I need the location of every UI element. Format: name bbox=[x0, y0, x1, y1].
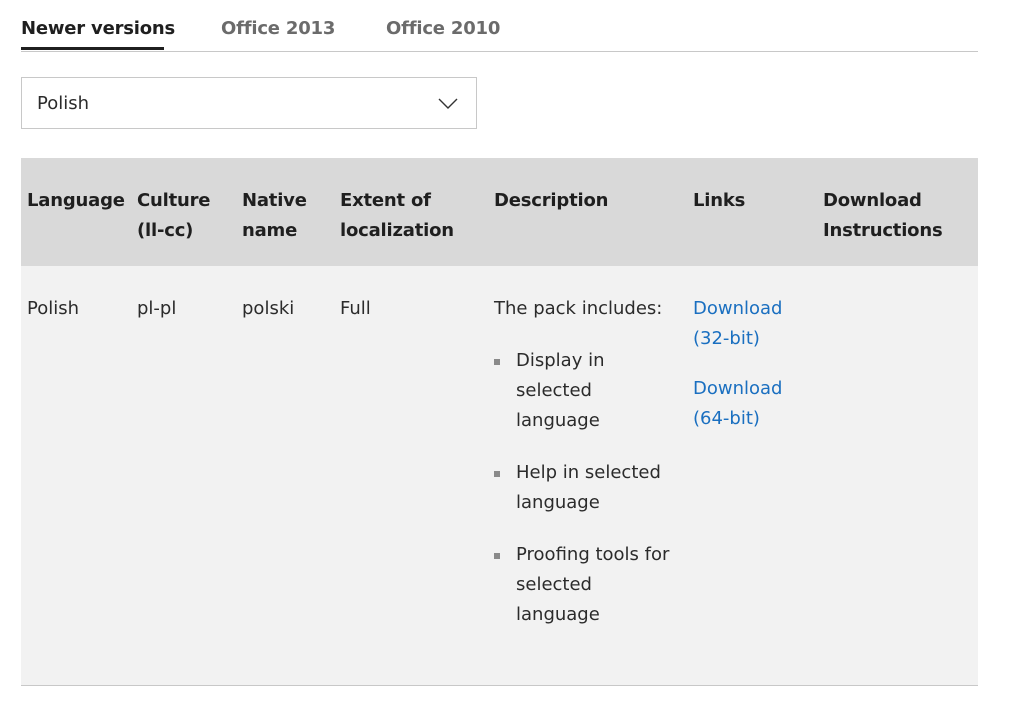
header-instructions: Download Instructions bbox=[823, 186, 943, 246]
chevron-down-icon bbox=[438, 95, 458, 114]
header-native-name: Native name bbox=[242, 186, 307, 246]
list-item: Help in selected language bbox=[494, 458, 684, 518]
cell-extent: Full bbox=[340, 298, 371, 319]
tab-office-2013[interactable]: Office 2013 bbox=[221, 18, 335, 39]
cell-culture: pl-pl bbox=[137, 298, 177, 319]
version-tabs: Newer versions Office 2013 Office 2010 bbox=[21, 0, 978, 52]
list-item-line: selected bbox=[516, 574, 592, 595]
list-item-line: language bbox=[516, 604, 600, 625]
header-language-text: Language bbox=[27, 190, 125, 211]
header-extent-line2: localization bbox=[340, 220, 454, 241]
link-line: Download bbox=[693, 298, 783, 319]
link-line: Download bbox=[693, 378, 783, 399]
header-description-text: Description bbox=[494, 190, 609, 211]
description-intro: The pack includes: bbox=[494, 298, 663, 319]
cell-language: Polish bbox=[27, 298, 80, 319]
header-native-line1: Native bbox=[242, 190, 307, 211]
header-links-text: Links bbox=[693, 190, 746, 211]
cell-links: Download (32-bit) Download (64-bit) bbox=[693, 294, 782, 434]
header-culture-line2: (ll-cc) bbox=[137, 220, 194, 241]
tab-newer-versions[interactable]: Newer versions bbox=[21, 18, 175, 39]
header-links: Links bbox=[693, 186, 745, 216]
cell-description: The pack includes: Display in selected l… bbox=[494, 294, 684, 630]
header-extent: Extent of localization bbox=[340, 186, 454, 246]
list-item-line: Proofing tools for bbox=[516, 544, 670, 565]
language-select[interactable]: Polish bbox=[21, 77, 477, 129]
tab-office-2010[interactable]: Office 2010 bbox=[386, 18, 500, 39]
link-line: (64-bit) bbox=[693, 408, 760, 429]
description-list: Display in selected language Help in sel… bbox=[494, 346, 684, 630]
header-language: Language bbox=[27, 186, 125, 216]
header-instructions-line1: Download bbox=[823, 190, 922, 211]
list-item-line: selected bbox=[516, 380, 592, 401]
list-item: Display in selected language bbox=[494, 346, 684, 436]
header-description: Description bbox=[494, 186, 608, 216]
page: Newer versions Office 2013 Office 2010 P… bbox=[0, 0, 1024, 722]
header-extent-line1: Extent of bbox=[340, 190, 431, 211]
language-select-value: Polish bbox=[37, 93, 90, 114]
active-tab-indicator bbox=[21, 47, 164, 50]
list-item-line: language bbox=[516, 492, 600, 513]
header-culture: Culture (ll-cc) bbox=[137, 186, 211, 246]
language-pack-table: Language Culture (ll-cc) Native name Ext… bbox=[21, 158, 978, 686]
header-culture-line1: Culture bbox=[137, 190, 211, 211]
link-line: (32-bit) bbox=[693, 328, 760, 349]
list-item-line: Help in selected bbox=[516, 462, 661, 483]
download-64bit-link[interactable]: Download (64-bit) bbox=[693, 374, 782, 434]
header-native-line2: name bbox=[242, 220, 298, 241]
table-header: Language Culture (ll-cc) Native name Ext… bbox=[21, 158, 978, 266]
cell-native-name: polski bbox=[242, 298, 295, 319]
list-item: Proofing tools for selected language bbox=[494, 540, 684, 630]
list-item-line: language bbox=[516, 410, 600, 431]
header-instructions-line2: Instructions bbox=[823, 220, 943, 241]
list-item-line: Display in bbox=[516, 350, 605, 371]
table-row: Polish pl-pl polski Full The pack includ… bbox=[21, 266, 978, 686]
download-32bit-link[interactable]: Download (32-bit) bbox=[693, 294, 782, 354]
